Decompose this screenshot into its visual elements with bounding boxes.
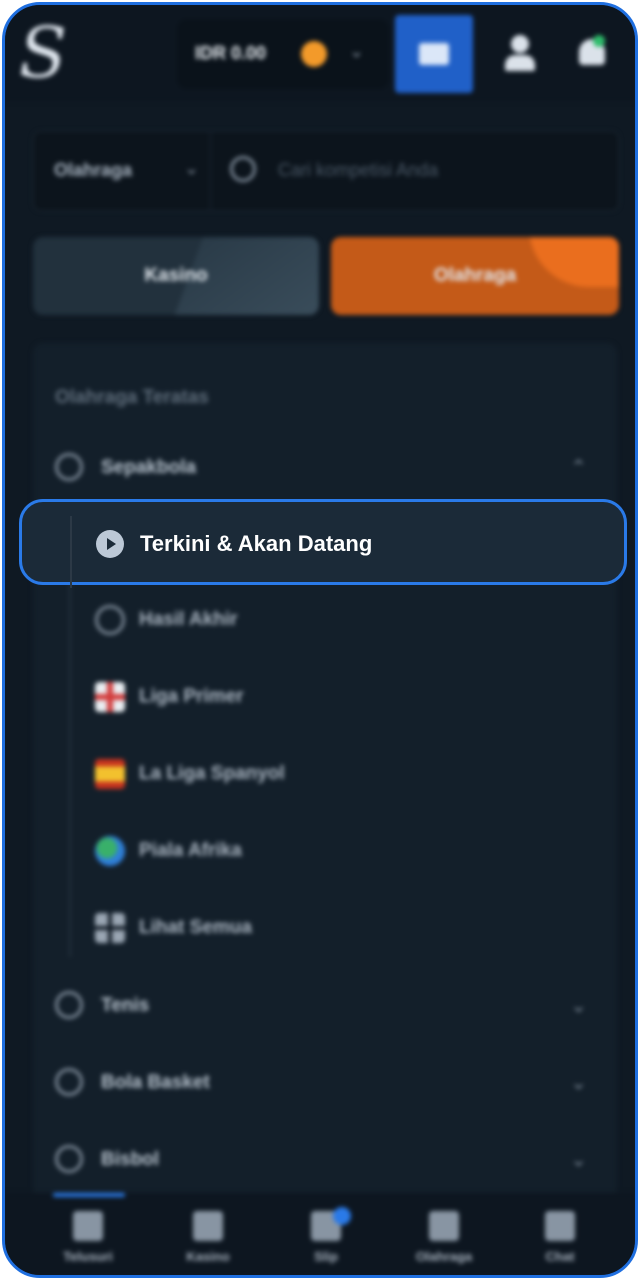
app-frame: S IDR 0.00 ⌄ Olahraga ⌄ Cari kompetisi A… <box>2 2 638 1278</box>
nav-label: Kasino <box>186 1249 230 1264</box>
nav-betslip[interactable]: Slip <box>271 1207 381 1271</box>
active-indicator <box>53 1193 125 1197</box>
tab-casino-label: Kasino <box>144 265 208 286</box>
submenu-item-view-all[interactable]: Lihat Semua <box>93 899 573 959</box>
chevron-up-icon: ⌃ <box>570 457 587 479</box>
chevron-down-icon: ⌄ <box>349 41 365 61</box>
category-label: Sepakbola <box>101 457 197 478</box>
wallet-icon <box>419 43 449 65</box>
flag-spain-icon <box>95 759 125 789</box>
nav-browse[interactable]: Telusuri <box>33 1207 143 1271</box>
football-icon <box>55 453 83 481</box>
submenu-item-results[interactable]: Hasil Akhir <box>93 591 573 651</box>
nav-label: Slip <box>314 1249 338 1264</box>
submenu-label-active: Terkini & Akan Datang <box>140 531 373 556</box>
search-icon <box>230 156 256 182</box>
category-baseball[interactable]: Bisbol ⌄ <box>33 1131 617 1191</box>
browse-icon <box>73 1211 103 1241</box>
submenu-line <box>70 516 72 588</box>
section-title: Olahraga Teratas <box>55 387 209 408</box>
category-football[interactable]: Sepakbola ⌃ <box>33 439 617 499</box>
submenu-label: Lihat Semua <box>139 917 252 938</box>
top-header: S IDR 0.00 ⌄ <box>5 5 635 101</box>
category-label: Tenis <box>101 995 150 1016</box>
logo[interactable]: S <box>17 13 69 93</box>
tab-sports[interactable]: Olahraga <box>331 237 619 315</box>
submenu-label: Liga Primer <box>139 686 244 707</box>
balance-selector[interactable]: IDR 0.00 ⌄ <box>177 19 389 89</box>
chevron-down-icon: ⌄ <box>570 1149 587 1171</box>
flag-england-icon <box>95 682 125 712</box>
submenu-label: La Liga Spanyol <box>139 763 285 784</box>
wallet-button[interactable] <box>395 15 473 93</box>
notification-dot <box>593 35 605 47</box>
basketball-icon <box>55 1068 83 1096</box>
tab-sports-label: Olahraga <box>433 265 517 286</box>
chevron-down-icon: ⌄ <box>570 995 587 1017</box>
nav-label: Telusuri <box>63 1249 113 1264</box>
tab-casino[interactable]: Kasino <box>33 237 319 315</box>
play-icon <box>96 530 124 558</box>
user-button[interactable] <box>499 31 543 75</box>
tennis-ball-icon <box>55 991 83 1019</box>
nav-label: Olahraga <box>415 1249 473 1264</box>
search-input[interactable]: Cari kompetisi Anda <box>278 160 438 181</box>
chat-icon <box>545 1211 575 1241</box>
nav-label: Chat <box>545 1249 575 1264</box>
submenu-label: Hasil Akhir <box>139 609 238 630</box>
sports-icon <box>429 1211 459 1241</box>
chevron-down-icon: ⌄ <box>184 158 200 178</box>
submenu-item-live-upcoming[interactable]: Terkini & Akan Datang <box>19 499 627 588</box>
diamond-icon <box>193 1211 223 1241</box>
nav-casino[interactable]: Kasino <box>153 1207 263 1271</box>
notifications-button[interactable] <box>571 31 615 75</box>
user-icon <box>511 35 529 53</box>
chevron-down-icon: ⌄ <box>570 1072 587 1094</box>
submenu-item-africa-cup[interactable]: Piala Afrika <box>93 822 573 882</box>
submenu-item-la-liga[interactable]: La Liga Spanyol <box>93 745 573 805</box>
clock-icon <box>95 605 125 635</box>
search-bar: Olahraga ⌄ Cari kompetisi Anda <box>33 131 619 211</box>
nav-chat[interactable]: Chat <box>505 1207 615 1271</box>
globe-africa-icon <box>95 836 125 866</box>
betslip-badge <box>333 1207 351 1225</box>
divider <box>210 132 211 210</box>
submenu-label: Piala Afrika <box>139 840 242 861</box>
nav-sports[interactable]: Olahraga <box>389 1207 499 1271</box>
category-tennis[interactable]: Tenis ⌄ <box>33 977 617 1037</box>
category-label: Bola Basket <box>101 1072 210 1093</box>
sport-select[interactable]: Olahraga <box>54 160 132 181</box>
category-label: Bisbol <box>101 1149 160 1170</box>
baseball-icon <box>55 1145 83 1173</box>
grid-icon <box>95 913 125 943</box>
bottom-nav: Telusuri Kasino Slip Olahraga Chat <box>5 1193 635 1275</box>
balance-amount: IDR 0.00 <box>195 43 267 63</box>
coin-icon <box>301 41 327 67</box>
category-basketball[interactable]: Bola Basket ⌄ <box>33 1054 617 1114</box>
submenu-item-premier-league[interactable]: Liga Primer <box>93 668 573 728</box>
sports-menu-panel: Olahraga Teratas Sepakbola ⌃ Hasil Akhir… <box>33 343 617 1223</box>
